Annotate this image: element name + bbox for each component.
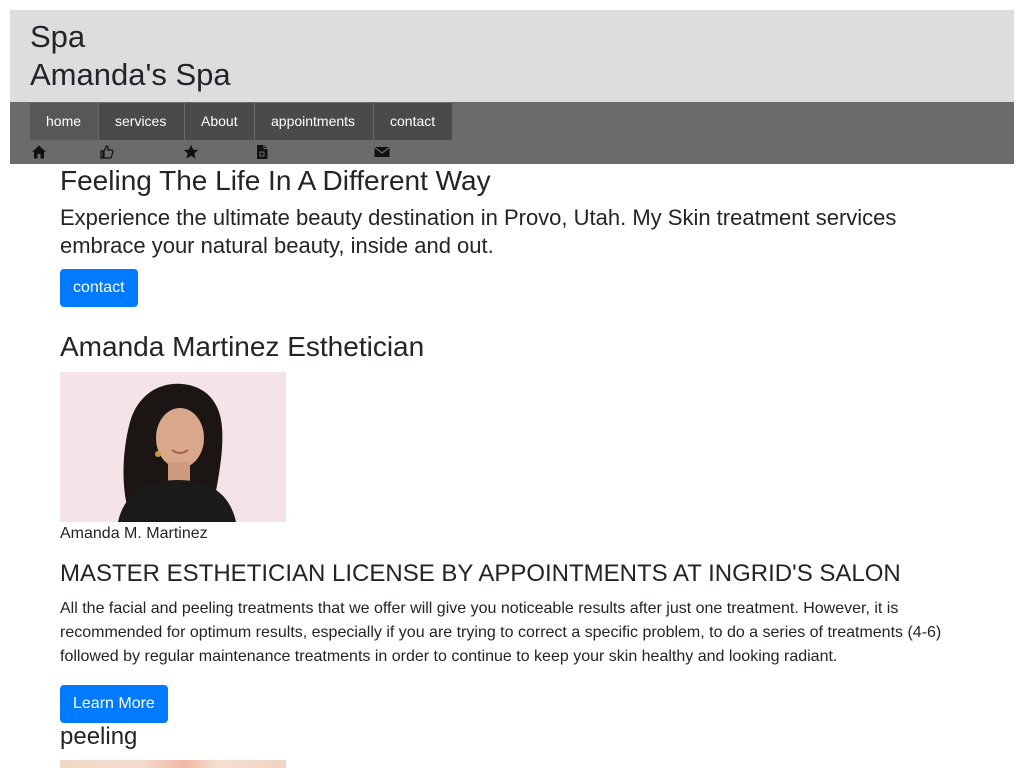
nav-item-contact[interactable]: contact	[374, 103, 452, 140]
nav-item-services[interactable]: services	[99, 103, 185, 140]
envelope-icon[interactable]	[374, 144, 390, 160]
peeling-heading: peeling	[60, 723, 138, 750]
page: Spa Amanda's Spa home services About app…	[0, 0, 1024, 768]
learn-more-button[interactable]: Learn More	[60, 685, 168, 723]
nav-band: home services About appointments contact	[10, 102, 1014, 164]
site-kicker: Spa	[30, 19, 86, 54]
profile-caption: Amanda M. Martinez	[60, 525, 208, 542]
site-header: Spa Amanda's Spa	[10, 10, 1014, 102]
license-heading: MASTER ESTHETICIAN LICENSE BY APPOINTMEN…	[60, 560, 901, 587]
nav-item-about[interactable]: About	[185, 103, 255, 140]
hero-lead: Experience the ultimate beauty destinati…	[60, 205, 897, 258]
thumbs-up-icon[interactable]	[99, 144, 115, 160]
home-icon[interactable]	[31, 144, 47, 160]
document-icon[interactable]	[254, 144, 270, 160]
contact-button[interactable]: contact	[60, 269, 138, 307]
peeling-image	[60, 760, 286, 768]
nav-item-home[interactable]: home	[30, 103, 99, 140]
license-text: All the facial and peeling treatments th…	[60, 600, 942, 665]
profile-heading: Amanda Martinez Esthetician	[60, 331, 425, 362]
site-title: Amanda's Spa	[30, 57, 231, 92]
star-icon[interactable]	[183, 144, 199, 160]
hero-heading: Feeling The Life In A Different Way	[60, 165, 491, 196]
profile-photo	[60, 372, 286, 522]
nav-item-appointments[interactable]: appointments	[255, 103, 374, 140]
main-nav: home services About appointments contact	[30, 103, 452, 140]
